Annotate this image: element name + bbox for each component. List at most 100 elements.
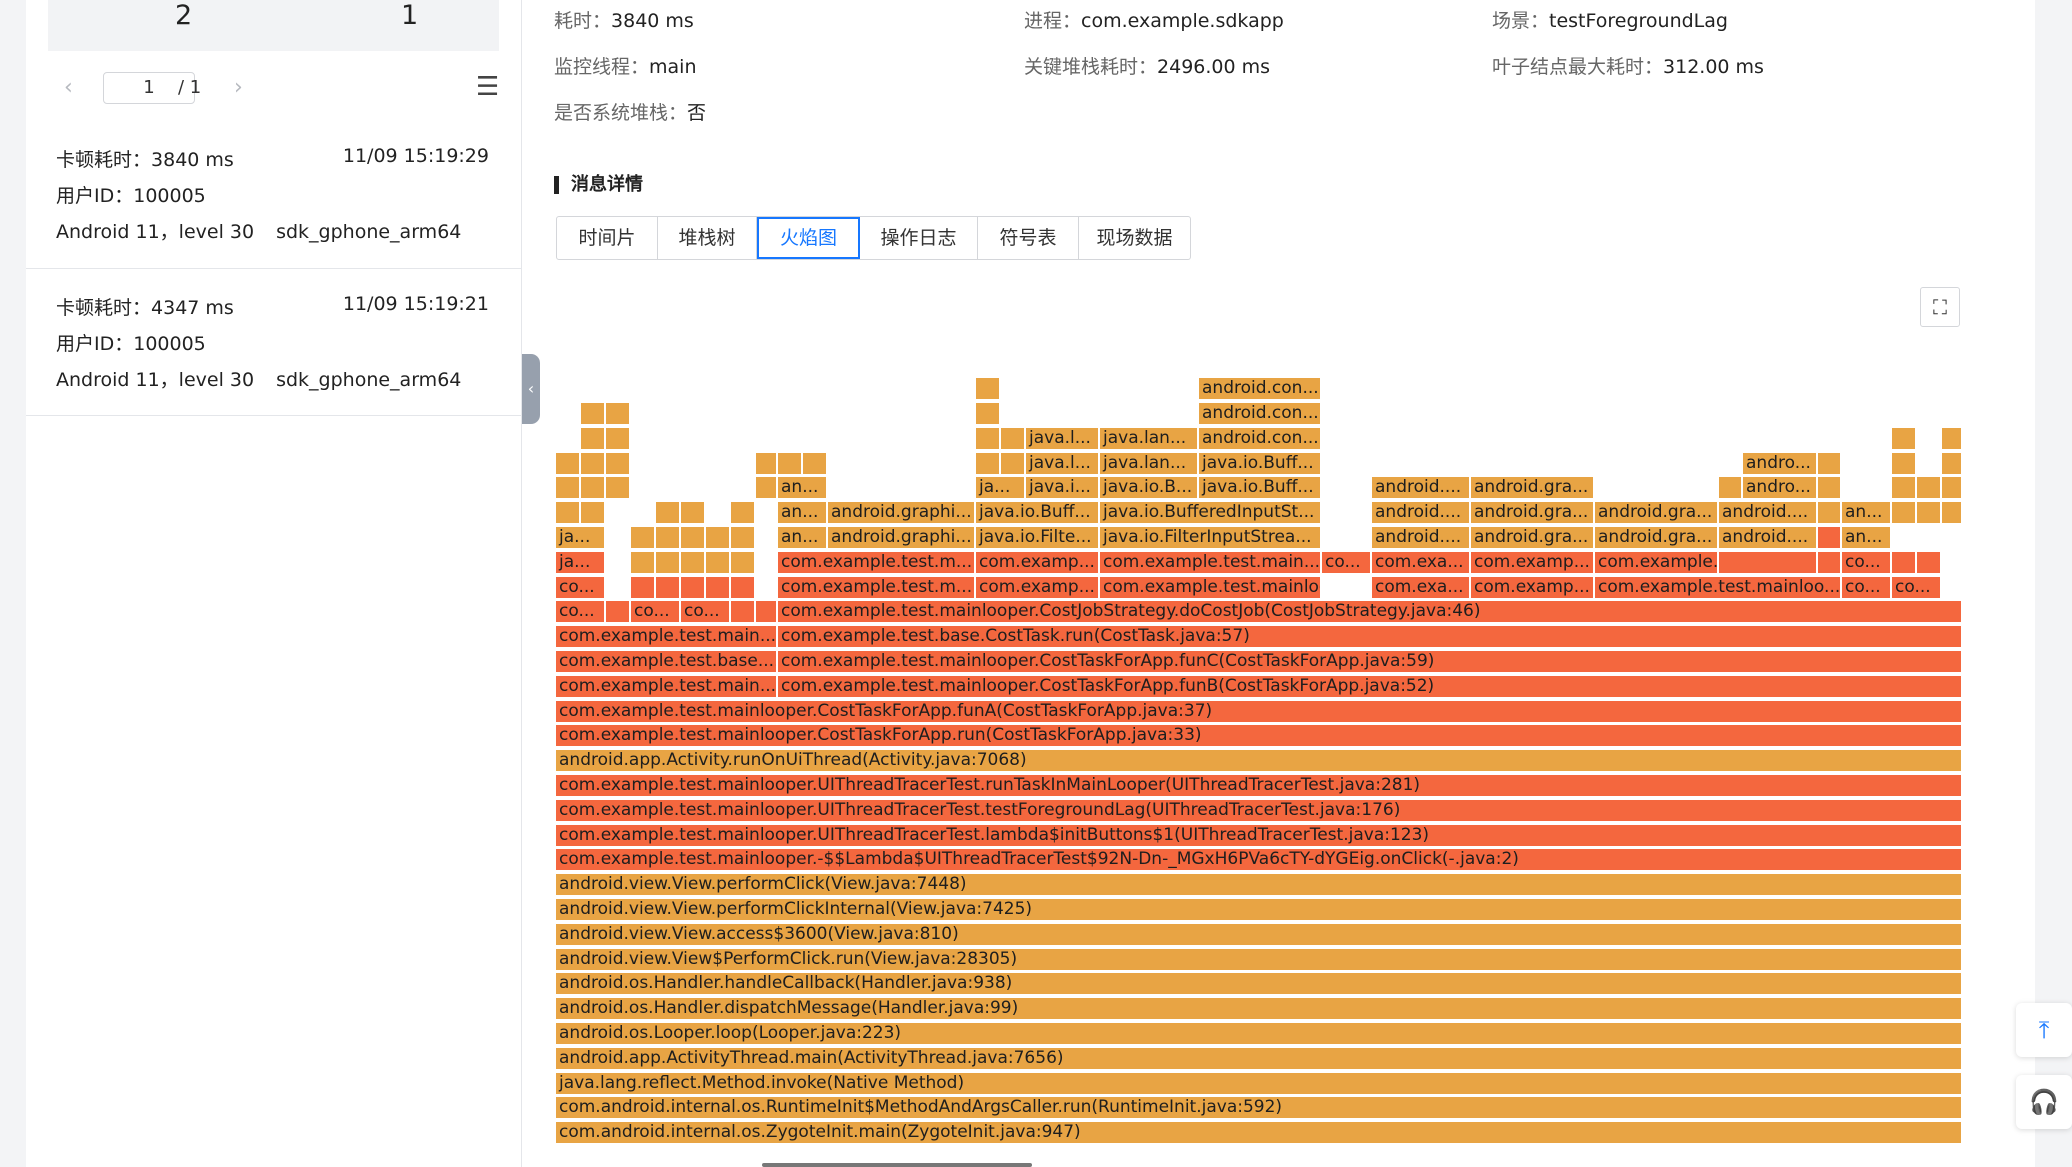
flame-frame[interactable]: com.example.test.main... <box>1594 550 1718 574</box>
flame-frame[interactable]: com.exa... <box>1371 550 1470 574</box>
flame-frame[interactable]: android.app.Activity.runOnUiThread(Activ… <box>555 749 1962 773</box>
flame-frame[interactable] <box>1817 476 1841 500</box>
flame-frame[interactable]: co... <box>680 600 730 624</box>
tab-scene-data[interactable]: 现场数据 <box>1079 217 1190 259</box>
flame-frame[interactable] <box>1916 476 1941 500</box>
flame-frame[interactable]: java.io.Buff... <box>975 501 1099 525</box>
flame-frame[interactable]: an... <box>1841 526 1891 549</box>
flame-frame[interactable] <box>975 377 1000 401</box>
flame-frame[interactable]: co... <box>555 575 605 599</box>
flame-frame[interactable] <box>605 426 630 450</box>
lag-record-card[interactable]: 卡顿耗时：4347 ms 11/09 15:19:21 用户ID：100005 … <box>26 269 521 416</box>
tab-flame-graph[interactable]: 火焰图 <box>757 217 860 259</box>
flame-frame[interactable] <box>630 550 655 574</box>
flame-frame[interactable]: ja... <box>555 550 605 574</box>
flame-frame[interactable]: java.io.Buff... <box>1198 451 1321 475</box>
flame-frame[interactable]: android.graphi... <box>827 501 975 525</box>
flame-frame[interactable]: ja... <box>975 476 1025 500</box>
horizontal-scrollbar[interactable] <box>762 1163 1032 1167</box>
flame-frame[interactable] <box>1941 476 1962 500</box>
back-to-top-icon[interactable]: ⤒ <box>2016 1003 2072 1057</box>
flame-frame[interactable] <box>730 501 755 525</box>
flame-frame[interactable]: java.io.BufferedInputSt... <box>1099 501 1321 525</box>
flame-frame[interactable]: android.gra... <box>1470 501 1594 525</box>
flame-frame[interactable]: com.android.internal.os.RuntimeInit$Meth… <box>555 1096 1962 1120</box>
flame-frame[interactable]: com.examp... <box>1470 550 1594 574</box>
flame-frame[interactable] <box>1718 550 1817 574</box>
flame-frame[interactable] <box>1916 550 1941 574</box>
flame-frame[interactable] <box>1891 501 1916 525</box>
flame-frame[interactable] <box>1000 426 1025 450</box>
flame-frame[interactable] <box>680 501 705 525</box>
flame-frame[interactable] <box>1891 476 1916 500</box>
flame-frame[interactable]: com.example.test.mainlooper.CostTaskForA… <box>555 699 1962 723</box>
flame-frame[interactable]: java.lan... <box>1099 451 1198 475</box>
flame-frame[interactable] <box>655 526 680 549</box>
flame-frame[interactable]: java.io.Filte... <box>975 526 1099 549</box>
lag-record-card[interactable]: 卡顿耗时：3840 ms 11/09 15:19:29 用户ID：100005 … <box>26 131 521 269</box>
flame-frame[interactable] <box>1891 426 1916 450</box>
flame-frame[interactable] <box>655 501 680 525</box>
flame-frame[interactable]: co... <box>1841 550 1891 574</box>
flame-frame[interactable]: android.gra... <box>1594 501 1718 525</box>
flame-frame[interactable]: android.... <box>1371 501 1470 525</box>
flame-frame[interactable] <box>755 451 777 475</box>
flame-frame[interactable]: com.examp... <box>1470 575 1594 599</box>
flame-frame[interactable]: android.... <box>1371 476 1470 500</box>
flame-frame[interactable]: java.lan... <box>1099 426 1198 450</box>
flame-frame[interactable] <box>555 451 580 475</box>
flame-frame[interactable]: android.os.Handler.handleCallback(Handle… <box>555 972 1962 996</box>
flame-frame[interactable]: com.example.test.mainlooper.UIThreadTrac… <box>555 798 1962 822</box>
flame-frame[interactable]: android.gra... <box>1470 476 1594 500</box>
flame-frame[interactable]: java.l... <box>1025 426 1099 450</box>
support-headset-icon[interactable]: 🎧 <box>2016 1075 2072 1129</box>
flame-frame[interactable]: com.examp... <box>975 550 1099 574</box>
flame-frame[interactable] <box>755 600 777 624</box>
collapse-panel-handle[interactable]: ‹ <box>522 354 540 424</box>
flame-frame[interactable] <box>580 451 605 475</box>
flame-frame[interactable]: android.os.Handler.dispatchMessage(Handl… <box>555 997 1962 1021</box>
flame-frame[interactable]: com.example.test.mainlooper.CostJobStrat… <box>777 600 1962 624</box>
flame-frame[interactable]: com.android.internal.os.ZygoteInit.main(… <box>555 1121 1962 1145</box>
flame-frame[interactable] <box>555 476 580 500</box>
flame-frame[interactable]: com.example.test.mainlooper.CostTaskForA… <box>777 674 1962 698</box>
flame-frame[interactable] <box>680 550 705 574</box>
flame-frame[interactable]: com.exa... <box>1371 575 1470 599</box>
tab-time-slice[interactable]: 时间片 <box>557 217 658 259</box>
flame-frame[interactable]: an... <box>777 526 827 549</box>
flame-frame[interactable]: android.view.View$PerformClick.run(View.… <box>555 947 1962 971</box>
flame-frame[interactable]: com.example.test.mainlooper.-$$Lambda$UI… <box>555 848 1962 872</box>
flame-frame[interactable]: co... <box>1321 550 1371 574</box>
flame-frame[interactable]: android.... <box>1718 526 1817 549</box>
flame-frame[interactable]: com.example.test.main... <box>1099 550 1321 574</box>
flame-frame[interactable]: ja... <box>555 526 605 549</box>
flame-frame[interactable]: android.... <box>1718 501 1817 525</box>
flame-frame[interactable] <box>730 575 755 599</box>
flame-frame[interactable]: com.example.test.mainlooper.CostTaskForA… <box>777 650 1962 673</box>
flame-frame[interactable]: com.example.test.mainlooper.UIThreadTrac… <box>555 823 1962 847</box>
flame-frame[interactable] <box>655 575 680 599</box>
flame-frame[interactable] <box>1817 550 1841 574</box>
flame-frame[interactable]: android.gra... <box>1470 526 1594 549</box>
flame-frame[interactable]: com.example.test.main... <box>555 674 777 698</box>
flame-frame[interactable] <box>1941 426 1962 450</box>
flame-frame[interactable]: android.con... <box>1198 402 1321 425</box>
flame-frame[interactable] <box>1941 451 1962 475</box>
flame-frame[interactable] <box>730 550 755 574</box>
flame-frame[interactable] <box>975 402 1000 425</box>
flame-frame[interactable] <box>555 501 580 525</box>
flame-frame[interactable] <box>1916 501 1941 525</box>
flame-frame[interactable] <box>630 575 655 599</box>
flame-frame[interactable]: android.gra... <box>1594 526 1718 549</box>
flame-frame[interactable]: com.example.test.m... <box>777 550 975 574</box>
flame-frame[interactable] <box>1817 526 1841 549</box>
chevron-left-icon[interactable]: ‹ <box>64 75 73 100</box>
tab-symbol-table[interactable]: 符号表 <box>978 217 1079 259</box>
flame-frame[interactable]: co... <box>1841 575 1891 599</box>
flame-frame[interactable]: java.lang.reflect.Method.invoke(Native M… <box>555 1071 1962 1095</box>
flame-frame[interactable] <box>975 426 1000 450</box>
flame-frame[interactable] <box>580 402 605 425</box>
tab-operation-log[interactable]: 操作日志 <box>860 217 978 259</box>
flame-frame[interactable] <box>730 526 755 549</box>
flame-frame[interactable] <box>580 476 605 500</box>
